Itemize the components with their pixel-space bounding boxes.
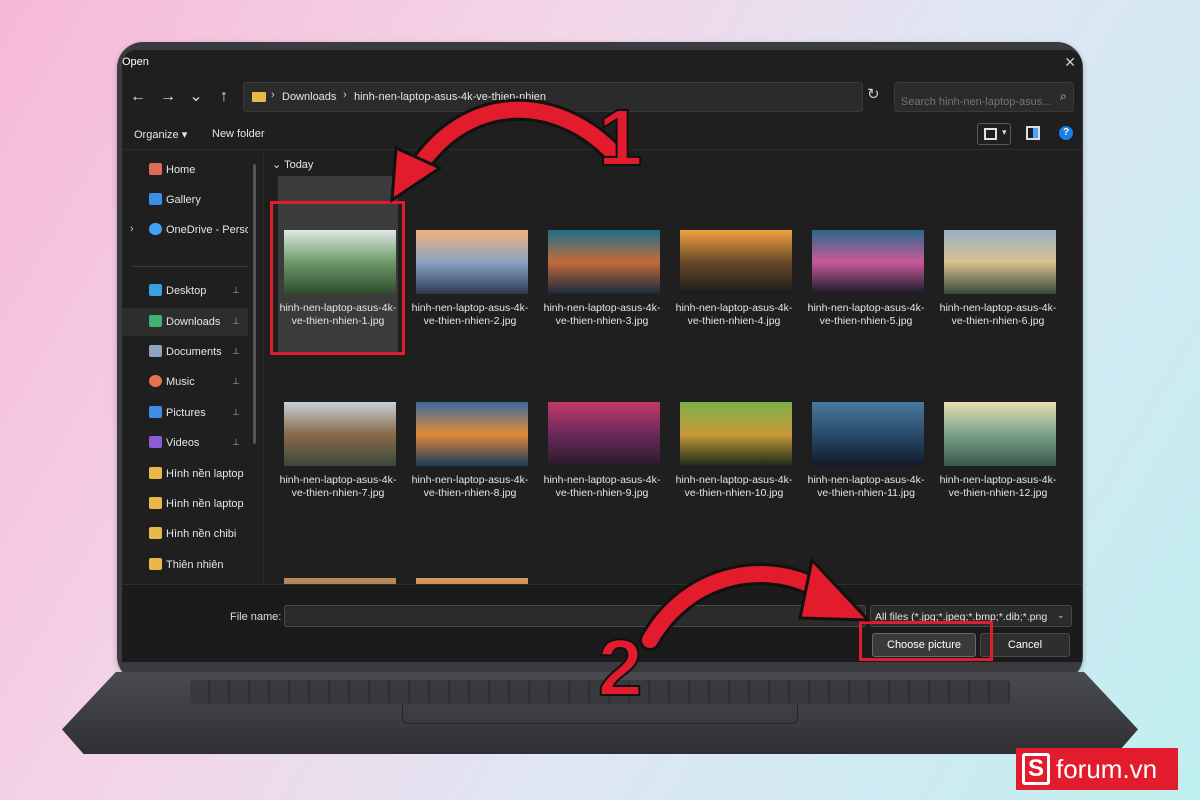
logo-mark: S (1022, 753, 1050, 785)
step-number-1: 1 (597, 92, 643, 183)
logo-text: forum.vn (1056, 754, 1158, 784)
arrow-2-head (798, 556, 872, 622)
sforum-logo: S forum.vn (1016, 748, 1178, 790)
step-number-2: 2 (597, 622, 643, 713)
